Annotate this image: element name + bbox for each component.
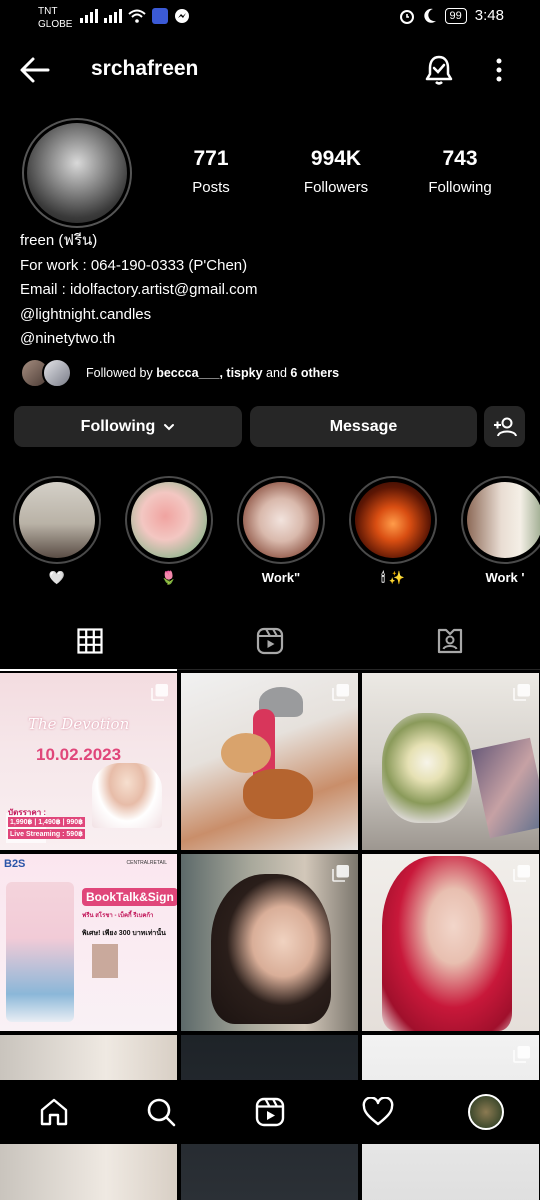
signal-icon [104, 9, 122, 23]
carousel-icon [513, 684, 530, 701]
post-thumbnail[interactable] [362, 854, 539, 1031]
profile-bio: freen (ฟรีน) For work : 064-190-0333 (P'… [20, 229, 258, 352]
status-bar: TNT GLOBE 99 3:48 [0, 0, 540, 38]
reels-icon [255, 1097, 285, 1127]
highlight-cover [355, 482, 431, 558]
post-thumbnail[interactable] [181, 673, 358, 850]
follower-avatar [42, 358, 72, 388]
highlight-label: 🌷 [160, 570, 178, 585]
message-button-label: Message [329, 417, 398, 435]
post-script-title: The Devotion [28, 715, 130, 733]
following-label: Following [428, 179, 492, 196]
messenger-icon [175, 9, 189, 23]
tab-reels[interactable] [180, 612, 360, 670]
highlight-label: Work" [261, 570, 301, 585]
heart-icon [362, 1097, 394, 1126]
profile-username: srchafreen [91, 57, 199, 80]
tab-posts-grid[interactable] [0, 612, 180, 671]
profile-header: srchafreen [0, 48, 540, 92]
carousel-icon [332, 865, 349, 882]
highlight-2[interactable]: 🌷 [125, 476, 213, 586]
profile-avatar[interactable] [22, 118, 132, 228]
post-price-line: พิเศษ! เพียง 300 บาทเท่านั้น [82, 930, 166, 937]
post-subtitle: ฟรีน สโรชา - เบ็คกี้ รีเบคก้า [82, 913, 154, 919]
highlight-4[interactable]: 🕯 ✨ [349, 476, 437, 586]
carousel-icon [513, 865, 530, 882]
post-store: CENTRALRETAIL [126, 860, 167, 866]
posts-label: Posts [192, 179, 230, 196]
stat-following[interactable]: 743 Following [424, 147, 496, 196]
highlight-label: Work ' [485, 570, 525, 585]
carousel-icon [151, 684, 168, 701]
arrow-left-icon[interactable] [18, 56, 52, 84]
bio-mention-link[interactable]: @lightnight.candles [20, 303, 258, 328]
highlight-cover [467, 482, 540, 558]
bottom-navigation [0, 1080, 540, 1144]
app-notification-icon [152, 8, 168, 24]
carousel-icon [513, 1046, 530, 1063]
grid-icon [77, 628, 103, 654]
followed-by[interactable]: Followed by beccca___, tispky and 6 othe… [20, 357, 339, 389]
avatar-image [27, 123, 127, 223]
wifi-icon [128, 9, 146, 23]
highlight-cover [19, 482, 95, 558]
clock: 3:48 [474, 7, 504, 24]
add-user-icon [493, 417, 517, 436]
highlight-5[interactable]: Work ' [461, 476, 540, 585]
highlight-cover [243, 482, 319, 558]
nav-profile[interactable] [466, 1092, 506, 1132]
following-button[interactable]: Following [14, 406, 242, 447]
bio-mention-link[interactable]: @ninetytwo.th [20, 327, 258, 352]
highlight-1[interactable]: 🤍 [13, 476, 101, 586]
post-brand: B2S [4, 858, 26, 870]
posts-count: 771 [193, 147, 229, 170]
more-vertical-icon[interactable] [490, 56, 508, 84]
post-thumbnail[interactable]: B2S CENTRALRETAIL BookTalk&Sign ฟรีน สโร… [0, 854, 177, 1031]
highlight-3[interactable]: Work" [237, 476, 325, 585]
post-prices: 1,990฿ | 1,490฿ | 990฿ [8, 817, 86, 827]
bio-email-line[interactable]: Email : idolfactory.artist@gmail.com [20, 278, 258, 303]
followers-label: Followers [303, 179, 369, 196]
message-button[interactable]: Message [250, 406, 477, 447]
battery-indicator: 99 [444, 7, 467, 24]
post-title: BookTalk&Sign [82, 888, 177, 906]
carrier-label: TNT GLOBE [38, 6, 73, 30]
highlight-label: 🤍 [48, 570, 66, 585]
following-button-label: Following [80, 417, 156, 435]
post-thumbnail[interactable] [362, 673, 539, 850]
nav-home[interactable] [34, 1092, 74, 1132]
highlight-cover [131, 482, 207, 558]
moon-icon [423, 8, 436, 23]
bio-work-line: For work : 064-190-0333 (P'Chen) [20, 256, 248, 274]
home-icon [40, 1098, 68, 1126]
post-thumbnail[interactable]: The Devotion 10.02.2023 บัตรราคา : 1,990… [0, 673, 177, 850]
alarm-icon [399, 9, 414, 24]
tagged-icon [437, 628, 463, 654]
nav-activity[interactable] [358, 1092, 398, 1132]
nav-reels[interactable] [250, 1092, 290, 1132]
search-icon [147, 1098, 176, 1127]
bio-name: freen (ฟรีน) [20, 232, 98, 249]
profile-tabs [0, 612, 540, 671]
tab-tagged[interactable] [360, 612, 540, 670]
highlight-label: 🕯 ✨ [381, 570, 405, 585]
signal-icon [80, 9, 98, 23]
carousel-icon [332, 684, 349, 701]
following-count: 743 [442, 147, 478, 170]
suggested-users-button[interactable] [484, 406, 525, 447]
bell-check-icon[interactable] [424, 54, 454, 86]
profile-avatar-icon [468, 1094, 504, 1130]
chevron-down-icon [164, 423, 175, 430]
post-thumbnail[interactable] [181, 854, 358, 1031]
reels-icon [256, 627, 284, 655]
nav-search[interactable] [141, 1092, 181, 1132]
followers-count: 994K [310, 147, 362, 170]
post-live: Live Streaming : 590฿ [8, 829, 85, 839]
stat-posts[interactable]: 771 Posts [188, 147, 234, 196]
post-date: 10.02.2023 [36, 745, 122, 764]
stat-followers[interactable]: 994K Followers [300, 147, 372, 196]
